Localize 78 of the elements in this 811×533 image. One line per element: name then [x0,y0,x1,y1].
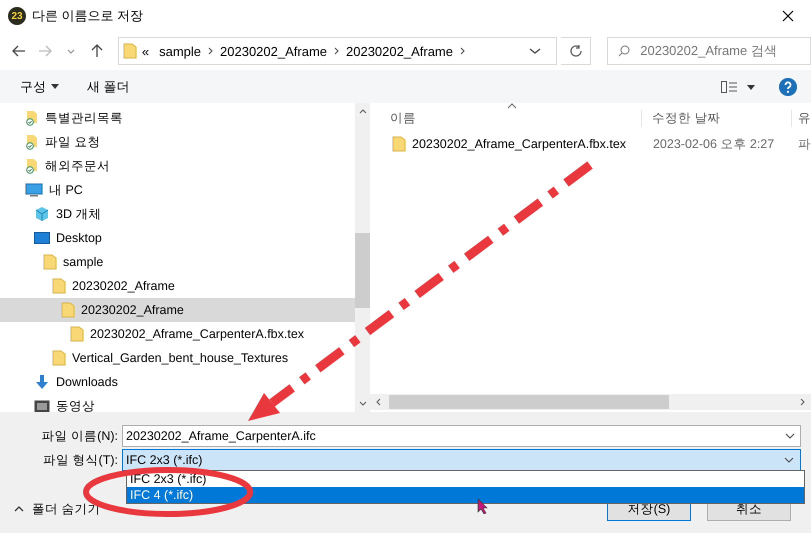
view-options-icon[interactable] [721,80,755,92]
desktop-icon [34,232,50,244]
file-name: 20230202_Aframe_CarpenterA.fbx.tex [412,137,626,151]
dropdown-option[interactable]: IFC 2x3 (*.ifc) [127,471,804,487]
chevron-right-icon [334,47,340,55]
computer-icon [25,183,43,197]
tree-item[interactable]: 3D 개체 [0,202,355,226]
breadcrumb[interactable]: sample [154,44,206,58]
tree-item[interactable]: 내 PC [0,178,355,202]
cube-icon [34,206,50,222]
tree-item[interactable]: 동영상 [0,394,355,412]
scrollbar-thumb[interactable] [389,395,669,409]
folder-icon [70,326,84,342]
breadcrumb[interactable]: « [136,44,154,58]
dropdown-option[interactable]: IFC 4 (*.ifc) [127,487,804,503]
scroll-left-icon[interactable] [376,398,381,406]
tree-item[interactable]: 해외주문서 [0,154,355,178]
back-arrow-icon [12,45,26,57]
synced-folder-icon [25,110,39,126]
file-name-label: 파일 이름(N): [40,428,119,444]
hide-folders-button[interactable]: 폴더 숨기기 [14,500,100,518]
tree-item[interactable]: Vertical_Garden_bent_house_Textures [0,346,355,370]
synced-folder-icon [25,158,39,174]
search-field[interactable]: 20230202_Aframe 검색 [607,37,811,65]
refresh-button[interactable] [561,37,592,65]
chevron-down-icon [66,48,75,54]
help-icon[interactable] [779,78,797,96]
column-header[interactable]: 수정한 날짜 [640,110,791,126]
tree-item[interactable]: 특별관리목록 [0,106,355,130]
chevron-down-icon[interactable] [785,433,795,439]
folder-icon [52,278,66,294]
window-title: 다른 이름으로 저장 [32,7,144,25]
close-icon [782,10,794,22]
file-type-dropdown[interactable]: IFC 2x3 (*.ifc) [122,449,801,471]
column-header[interactable]: 이름 [370,110,641,126]
tree-item[interactable]: 파일 요청 [0,130,355,154]
tree-item[interactable]: sample [0,250,355,274]
scroll-up-icon[interactable] [358,109,366,114]
tree-item[interactable]: 20230202_Aframe [0,298,355,322]
folder-icon [392,136,406,152]
scroll-right-icon[interactable] [800,398,805,406]
scrollbar-thumb[interactable] [355,233,370,308]
chevron-up-icon [14,506,24,512]
address-bar[interactable]: « sample 20230202_Aframe 20230202_Aframe [118,37,558,65]
file-name-field[interactable]: 20230202_Aframe_CarpenterA.ifc [122,425,801,447]
breadcrumb[interactable]: 20230202_Aframe [215,44,332,58]
modified-date: 2023-02-06 오후 2:27 [652,136,776,152]
film-icon [34,400,50,412]
refresh-icon [568,44,583,58]
file-row[interactable]: 20230202_Aframe_CarpenterA.fbx.tex 2023-02-06 오후 2:27 파 [370,133,811,155]
up-arrow-icon [90,44,103,58]
chevron-right-icon [460,47,465,55]
organize-menu[interactable]: 구성 [20,78,59,96]
folder-icon [43,254,57,270]
file-type: 파 [797,136,811,152]
caret-icon [51,84,59,89]
mouse-cursor-icon [477,498,489,514]
tree-item[interactable]: Downloads [0,370,355,394]
folder-icon [61,302,75,318]
download-arrow-icon [34,374,50,390]
file-type-label: 파일 형식(T): [42,452,119,468]
scroll-down-icon[interactable] [358,401,366,406]
new-folder-button[interactable]: 새 폴더 [87,78,130,96]
forward-arrow-icon [38,45,52,57]
folder-icon [52,350,66,366]
breadcrumb[interactable]: 20230202_Aframe [341,44,458,58]
tree-item[interactable]: 20230202_Aframe_CarpenterA.fbx.tex [0,322,355,346]
column-header[interactable]: 유 [791,110,811,126]
vertical-scrollbar[interactable] [355,103,370,412]
folder-icon [122,43,137,59]
app-logo: 23 [8,7,26,25]
tree-item[interactable]: Desktop [0,226,355,250]
search-icon [618,45,630,57]
synced-folder-icon [25,134,39,150]
tree-item[interactable]: 20230202_Aframe [0,274,355,298]
chevron-down-icon [784,457,794,463]
chevron-right-icon [208,47,214,55]
horizontal-scrollbar[interactable] [370,394,811,410]
